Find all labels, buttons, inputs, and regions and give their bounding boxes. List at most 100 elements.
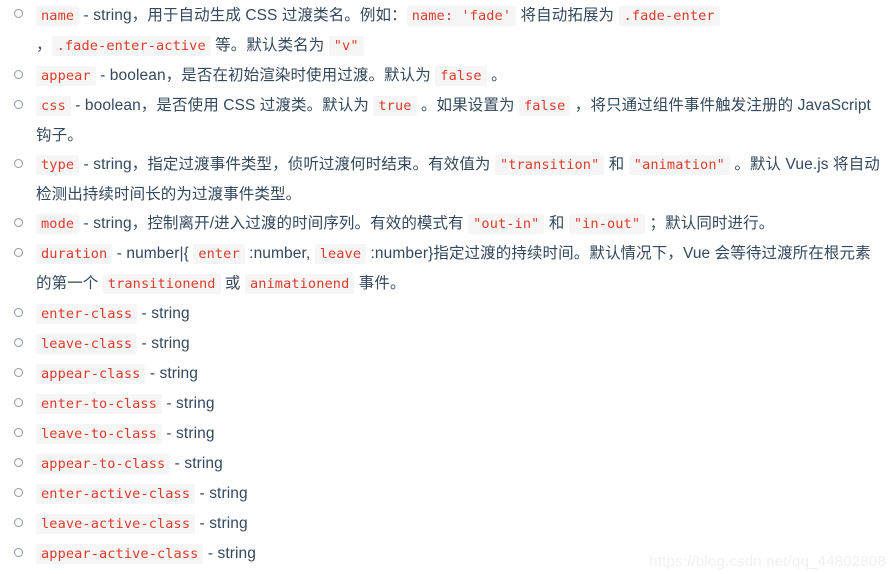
bullet-circle-icon [13, 509, 24, 538]
description-text: - string [170, 455, 223, 472]
css-prop: css - boolean，是否使用 CSS 过渡类。默认为 true 。如果设… [0, 91, 894, 150]
inline-code: css [36, 96, 71, 116]
description-text: - string，用于自动生成 CSS 过渡类名。例如： [79, 7, 407, 24]
prop-description: appear - boolean，是否在初始渲染时使用过渡。默认为 false … [36, 61, 886, 91]
inline-code: "out-in" [468, 214, 545, 234]
description-text: 。如果设置为 [416, 97, 519, 114]
appear-to-class-prop: appear-to-class - string [0, 449, 894, 479]
inline-code: name: 'fade' [406, 6, 517, 26]
description-text: 和 [544, 215, 569, 232]
bullet-circle-icon [13, 329, 24, 358]
inline-code: leave [314, 244, 367, 264]
inline-code: duration [36, 244, 113, 264]
enter-active-class-prop: enter-active-class - string [0, 479, 894, 509]
bullet-circle-icon [13, 61, 24, 90]
inline-code: .fade-enter-active [51, 36, 211, 56]
inline-code: "animation" [628, 155, 730, 175]
inline-code: animationend [244, 274, 355, 294]
bullet-circle-icon [13, 419, 24, 448]
prop-description: duration - number|{ enter :number, leave… [36, 239, 886, 299]
bullet-circle-icon [13, 150, 24, 179]
inline-code: mode [36, 214, 80, 234]
transition-props-list: name - string，用于自动生成 CSS 过渡类名。例如： name: '… [0, 0, 894, 569]
description-text: 将自动拓展为 [516, 7, 619, 24]
duration-prop: duration - number|{ enter :number, leave… [0, 239, 894, 299]
description-text: - string，控制离开/进入过渡的时间序列。有效的模式有 [79, 215, 469, 232]
bullet-circle-icon [13, 299, 24, 328]
inline-code: name [36, 6, 80, 26]
enter-class-prop: enter-class - string [0, 299, 894, 329]
description-text: - string [145, 365, 198, 382]
bullet-circle-icon [13, 91, 24, 120]
prop-description: mode - string，控制离开/进入过渡的时间序列。有效的模式有 "out… [36, 209, 886, 239]
name-prop: name - string，用于自动生成 CSS 过渡类名。例如： name: '… [0, 0, 894, 61]
description-text: ；默认同时进行。 [645, 215, 775, 232]
bullet-circle-icon [13, 539, 24, 568]
type-prop: type - string，指定过渡事件类型，侦听过渡何时结束。有效值为 "tr… [0, 150, 894, 209]
bullet-circle-icon [13, 359, 24, 388]
bullet-circle-icon [13, 389, 24, 418]
leave-class-prop: leave-class - string [0, 329, 894, 359]
description-text: - string [203, 545, 256, 562]
description-text: - string [137, 305, 190, 322]
prop-description: enter-active-class - string [36, 479, 886, 509]
bullet-circle-icon [13, 239, 24, 268]
inline-code: leave-to-class [36, 424, 162, 444]
prop-description: name - string，用于自动生成 CSS 过渡类名。例如： name: '… [36, 1, 886, 61]
description-text: ， [36, 37, 52, 54]
description-text: - string，指定过渡事件类型，侦听过渡何时结束。有效值为 [79, 156, 495, 173]
description-text: 等。默认类名为 [210, 37, 329, 54]
inline-code: leave-active-class [36, 514, 196, 534]
inline-code: enter-to-class [36, 394, 162, 414]
inline-code: appear-to-class [36, 454, 171, 474]
appear-prop: appear - boolean，是否在初始渲染时使用过渡。默认为 false … [0, 61, 894, 91]
description-text: - string [137, 335, 190, 352]
description-text: - boolean，是否使用 CSS 过渡类。默认为 [70, 97, 374, 114]
inline-code: appear-active-class [36, 544, 204, 564]
prop-description: leave-class - string [36, 329, 886, 359]
enter-to-class-prop: enter-to-class - string [0, 389, 894, 419]
description-text: - string [161, 425, 215, 442]
description-text: 。 [486, 67, 507, 84]
description-text: :number, [244, 245, 315, 262]
description-text: - number|{ [112, 245, 194, 262]
prop-description: appear-class - string [36, 359, 886, 389]
description-text: - string [195, 515, 248, 532]
description-text: - string [195, 485, 248, 502]
prop-description: enter-class - string [36, 299, 886, 329]
inline-code: enter [193, 244, 245, 264]
appear-class-prop: appear-class - string [0, 359, 894, 389]
bullet-circle-icon [13, 449, 24, 478]
inline-code: "in-out" [568, 214, 646, 234]
description-text: 事件。 [354, 275, 406, 292]
watermark-url: https://blog.csdn.net/qq_44802808 [649, 553, 886, 570]
prop-description: leave-active-class - string [36, 509, 886, 539]
bullet-circle-icon [13, 0, 24, 29]
inline-code: .fade-enter [618, 6, 720, 26]
inline-code: "transition" [494, 155, 605, 175]
inline-code: appear [36, 66, 96, 86]
description-text: - boolean，是否在初始渲染时使用过渡。默认为 [95, 67, 436, 84]
description-text: 或 [220, 275, 245, 292]
prop-description: leave-to-class - string [36, 419, 886, 449]
inline-code: "v" [328, 36, 364, 56]
inline-code: transitionend [102, 274, 221, 294]
bullet-circle-icon [13, 479, 24, 508]
inline-code: appear-class [36, 364, 146, 384]
inline-code: type [36, 155, 80, 175]
inline-code: enter-active-class [36, 484, 196, 504]
inline-code: false [518, 96, 571, 116]
inline-code: false [435, 66, 487, 86]
leave-to-class-prop: leave-to-class - string [0, 419, 894, 449]
description-text: 和 [604, 156, 629, 173]
prop-description: type - string，指定过渡事件类型，侦听过渡何时结束。有效值为 "tr… [36, 150, 886, 209]
bullet-circle-icon [13, 209, 24, 238]
mode-prop: mode - string，控制离开/进入过渡的时间序列。有效的模式有 "out… [0, 209, 894, 239]
prop-description: appear-to-class - string [36, 449, 886, 479]
prop-description: enter-to-class - string [36, 389, 886, 419]
prop-description: css - boolean，是否使用 CSS 过渡类。默认为 true 。如果设… [36, 91, 886, 150]
inline-code: leave-class [36, 334, 138, 354]
leave-active-class-prop: leave-active-class - string [0, 509, 894, 539]
description-text: - string [161, 395, 215, 412]
inline-code: enter-class [36, 304, 138, 324]
